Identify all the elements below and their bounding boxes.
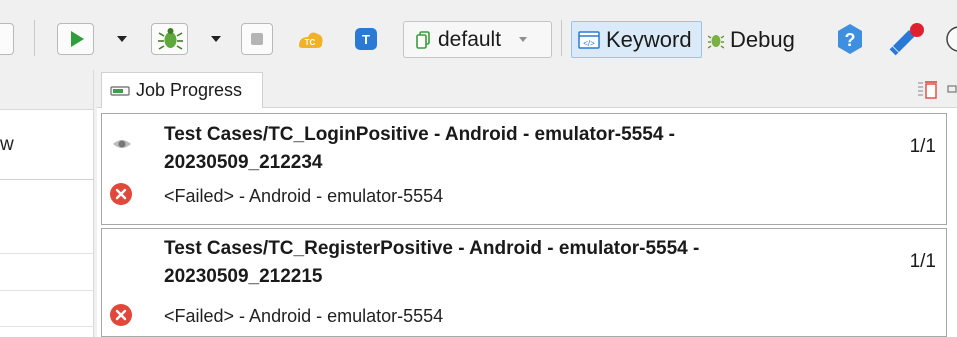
keyword-label: Keyword (606, 26, 692, 52)
stop-icon (251, 33, 263, 45)
debug-run-button[interactable] (151, 23, 188, 55)
keyword-window-icon: </> (578, 30, 600, 49)
stop-button[interactable] (241, 23, 273, 55)
failed-icon (110, 183, 132, 205)
view-menu-icon[interactable] (946, 78, 957, 100)
job-status: <Failed> - Android - emulator-5554 (164, 306, 444, 326)
avatar-icon (946, 26, 957, 52)
toolbar-separator (561, 20, 562, 56)
svg-text:?: ? (845, 30, 856, 50)
tab-job-progress[interactable]: Job Progress (101, 72, 263, 108)
profile-label: default (438, 27, 502, 51)
job-progress-count: 1/1 (909, 251, 936, 272)
run-dropdown-chevron-down-icon[interactable] (113, 30, 131, 48)
left-pane-row-divider (0, 290, 94, 291)
profile-chevron-down-icon (519, 37, 528, 42)
notification-button[interactable] (887, 20, 927, 58)
keyword-perspective-button[interactable]: </> Keyword (571, 21, 702, 58)
testcloud-icon: TC (299, 32, 323, 48)
svg-text:TC: TC (305, 38, 316, 47)
job-title: Test Cases/TC_RegisterPositive - Android… (164, 235, 884, 291)
profile-copy-icon (416, 30, 430, 49)
testcloud-button[interactable]: TC (295, 26, 325, 54)
job-title-line: Test Cases/TC_RegisterPositive - Android… (164, 238, 700, 259)
main-toolbar: TC T default </> Keyword Debug ? (0, 0, 957, 70)
testops-icon: T (355, 28, 377, 50)
toolbar-button-partial[interactable] (0, 23, 14, 55)
toolbar-separator (34, 20, 35, 56)
account-avatar-partial[interactable] (944, 24, 957, 54)
job-title-line: 20230509_212234 (164, 152, 323, 173)
debug-dropdown-chevron-down-icon[interactable] (207, 30, 225, 48)
help-button[interactable]: ? (833, 22, 867, 56)
eye-icon[interactable] (112, 134, 132, 154)
svg-text:T: T (362, 32, 370, 47)
job-item[interactable]: Test Cases/TC_RegisterPositive - Android… (101, 228, 947, 337)
left-pane-row-divider (0, 326, 94, 327)
view-toolbar (916, 78, 957, 100)
left-pane-header-text: w (0, 134, 14, 155)
run-icon (71, 31, 84, 47)
job-status: <Failed> - Android - emulator-5554 (164, 186, 444, 206)
notification-icon (889, 23, 924, 56)
tab-job-progress-label: Job Progress (136, 80, 243, 100)
job-progress-count: 1/1 (909, 136, 936, 157)
left-pane-partial: w (0, 70, 94, 337)
left-pane-tabbar (0, 70, 93, 110)
execution-profile-select[interactable]: default (403, 21, 552, 58)
debug-label: Debug (730, 26, 795, 52)
remove-all-icon[interactable] (916, 78, 938, 100)
job-title: Test Cases/TC_LoginPositive - Android - … (164, 121, 884, 177)
failed-icon (110, 304, 132, 326)
job-title-line: 20230509_212215 (164, 266, 323, 287)
left-pane-column-header: w (0, 110, 94, 180)
svg-text:</>: </> (583, 39, 595, 48)
job-title-line: Test Cases/TC_LoginPositive - Android - … (164, 124, 675, 145)
debug-bug-icon (158, 28, 183, 50)
job-item[interactable]: Test Cases/TC_LoginPositive - Android - … (101, 113, 947, 225)
left-pane-row-divider (0, 253, 94, 254)
run-button[interactable] (57, 23, 94, 55)
testops-button[interactable]: T (352, 25, 380, 53)
help-icon: ? (838, 24, 862, 54)
progress-bar-icon (110, 85, 130, 96)
debug-small-bug-icon (708, 34, 724, 49)
debug-perspective-button[interactable]: Debug (708, 21, 795, 58)
